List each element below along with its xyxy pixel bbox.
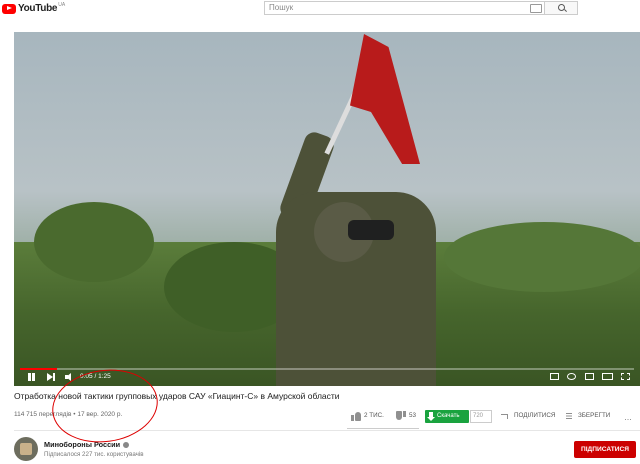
subscribe-button[interactable]: ПІДПИСАТИСЯ xyxy=(574,441,636,458)
video-bush xyxy=(34,202,154,282)
dislike-count[interactable]: 53 xyxy=(409,412,416,426)
search-button[interactable] xyxy=(544,1,578,15)
top-bar: YouTube UA Пошук xyxy=(0,0,640,22)
youtube-logo-icon xyxy=(2,3,16,14)
channel-avatar[interactable] xyxy=(14,437,38,461)
like-dislike-bar xyxy=(347,428,419,429)
theater-icon[interactable] xyxy=(602,373,613,380)
more-icon[interactable]: … xyxy=(624,413,632,422)
download-icon xyxy=(427,412,435,421)
like-count[interactable]: 2 ТИС. xyxy=(364,412,384,426)
video-binoculars xyxy=(348,220,394,240)
save-button[interactable]: ЗБЕРЕГТИ xyxy=(578,412,610,426)
subtitles-icon[interactable] xyxy=(550,373,559,380)
keyboard-icon[interactable] xyxy=(530,4,542,13)
pause-icon[interactable] xyxy=(26,372,36,382)
search-input[interactable]: Пошук xyxy=(264,1,544,15)
fullscreen-icon[interactable] xyxy=(621,373,630,380)
like-icon[interactable] xyxy=(351,411,361,421)
youtube-logo[interactable]: YouTube UA xyxy=(2,1,66,14)
settings-icon[interactable] xyxy=(567,373,576,380)
next-icon[interactable] xyxy=(46,372,56,382)
video-bush xyxy=(444,222,640,292)
logo-region: UA xyxy=(58,1,66,8)
save-icon[interactable] xyxy=(566,412,574,420)
search-icon xyxy=(558,4,565,11)
quality-select[interactable]: 720 xyxy=(470,410,492,423)
share-button[interactable]: ПОДІЛИТИСЯ xyxy=(514,412,555,426)
logo-text: YouTube xyxy=(18,3,58,14)
download-button[interactable]: Скачать xyxy=(425,410,469,423)
dislike-icon[interactable] xyxy=(396,411,406,421)
subscriber-count: Підписалося 227 тис. користувачів xyxy=(44,451,144,458)
miniplayer-icon[interactable] xyxy=(585,373,594,380)
video-player[interactable]: 0:05 / 1:25 xyxy=(14,32,640,386)
download-label: Скачать xyxy=(437,413,460,419)
verified-icon xyxy=(123,442,130,449)
share-icon[interactable] xyxy=(501,412,509,420)
